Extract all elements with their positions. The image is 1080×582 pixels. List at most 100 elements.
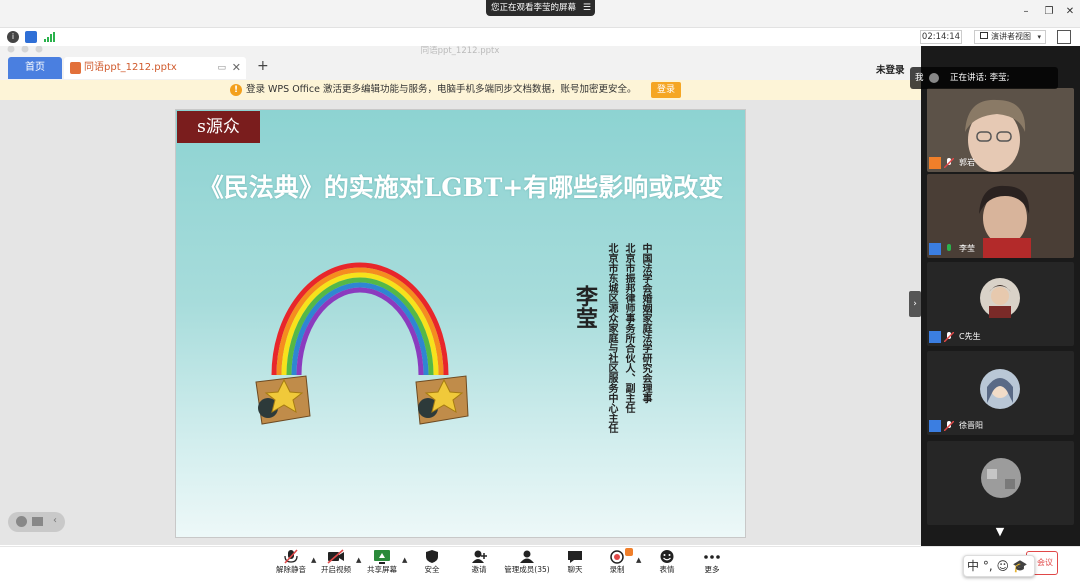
pot-left — [255, 375, 311, 425]
file-tab-label: 同语ppt_1212.pptx — [84, 62, 177, 73]
participant-name-tag: 李莹 — [929, 243, 975, 255]
mic-muted-icon — [282, 549, 300, 564]
view-mode-select[interactable]: 演讲者视图 ▾ — [974, 30, 1046, 44]
mic-active-icon — [944, 244, 954, 254]
participant-name: 郭岩 — [959, 158, 975, 167]
more-icon — [703, 549, 721, 564]
participant-avatar — [981, 458, 1021, 498]
participant-name-tag: C先生 — [929, 331, 981, 343]
share-banner-text: 您正在观看李莹的屏幕 — [491, 3, 577, 13]
record-button[interactable]: 录制 — [593, 549, 641, 581]
user-badge-icon — [929, 420, 941, 432]
share-screen-label: 共享屏幕 — [367, 565, 397, 574]
login-notice-text: 登录 WPS Office 激活更多编辑功能与服务，电脑手机多端同步文档数据，账… — [246, 84, 637, 95]
ime-toolbar[interactable]: 中 °, ☺ 🎓 — [963, 555, 1035, 577]
more-label: 更多 — [704, 565, 720, 574]
credential-line-1: 中国法学会婚姻家庭法学研究会理事 — [640, 243, 651, 403]
participant-tile[interactable] — [927, 441, 1074, 525]
banner-menu-icon[interactable]: ☰ — [583, 0, 591, 16]
security-button[interactable]: 安全 — [408, 549, 456, 581]
rainbow-illustration — [255, 262, 469, 425]
info-icon[interactable]: i — [7, 31, 19, 43]
host-badge-icon — [929, 157, 941, 169]
collapse-panel-button[interactable]: › — [909, 291, 921, 317]
participant-tile[interactable]: 郭岩 — [927, 88, 1074, 172]
more-button[interactable]: 更多 — [688, 549, 736, 581]
close-window-icon[interactable]: ✕ — [1064, 6, 1076, 18]
login-status[interactable]: 未登录 — [876, 62, 905, 76]
mic-muted-icon — [943, 331, 955, 343]
mic-muted-icon — [943, 157, 955, 169]
floating-controls[interactable]: ‹ — [8, 512, 65, 532]
security-shield-icon[interactable] — [25, 31, 37, 43]
share-options-caret[interactable]: ▲ — [402, 556, 407, 564]
invite-label: 邀请 — [471, 565, 487, 574]
invite-button[interactable]: 邀请 — [455, 549, 503, 581]
chevron-down-icon: ▾ — [1037, 33, 1041, 41]
share-screen-button[interactable]: 共享屏幕 — [358, 549, 406, 581]
view-mode-label: 演讲者视图 — [991, 32, 1031, 41]
unmute-label: 解除静音 — [276, 565, 306, 574]
tab-file[interactable]: 同语ppt_1212.pptx ▭ ✕ — [64, 57, 246, 79]
participant-tile[interactable]: 徐晋阳 — [927, 351, 1074, 435]
invite-icon — [470, 549, 488, 564]
chat-button[interactable]: 聊天 — [551, 549, 599, 581]
fullscreen-icon[interactable] — [1057, 30, 1071, 44]
record-options-caret[interactable]: ▲ — [636, 556, 641, 564]
manage-members-label: 管理成员(35) — [504, 565, 550, 574]
record-icon — [608, 549, 626, 564]
video-off-icon — [327, 549, 345, 564]
screen-share-banner[interactable]: 您正在观看李莹的屏幕 ☰ — [486, 0, 595, 16]
record-badge-icon — [625, 548, 633, 556]
security-label: 安全 — [424, 565, 440, 574]
tab-home[interactable]: 首页 — [8, 57, 62, 79]
slide-logo: ꜱ源众 — [177, 111, 260, 143]
user-badge-icon — [929, 243, 941, 255]
meeting-timer: 02:14:14 — [920, 30, 962, 44]
window-controls-dots — [6, 45, 48, 57]
network-signal-icon[interactable] — [43, 31, 55, 43]
new-tab-button[interactable]: + — [257, 58, 269, 74]
speaker-mini-icon — [929, 73, 939, 83]
slide-title: 《民法典》的实施对LGBT+有哪些影响或改变 — [198, 173, 724, 202]
shield-icon — [423, 549, 441, 564]
user-badge-icon — [929, 331, 941, 343]
chat-icon — [566, 549, 584, 564]
pot-right — [415, 375, 469, 425]
record-label: 录制 — [609, 565, 625, 574]
unmute-button[interactable]: 解除静音 — [267, 549, 315, 581]
emoji-label: 表情 — [659, 565, 675, 574]
participant-tile[interactable]: 李莹 — [927, 174, 1074, 258]
emoji-button[interactable]: 表情 — [643, 549, 691, 581]
participant-name-tag: 徐晋阳 — [929, 420, 983, 432]
view-mode-icon — [980, 32, 988, 39]
participant-name: 李莹 — [959, 244, 975, 253]
login-button[interactable]: 登录 — [651, 82, 681, 98]
chat-label: 聊天 — [567, 565, 583, 574]
members-icon — [518, 549, 536, 564]
manage-members-button[interactable]: 管理成员(35) — [499, 549, 555, 581]
participant-name: C先生 — [959, 332, 981, 341]
speaking-label: 我 — [915, 73, 924, 83]
restore-icon[interactable]: ❐ — [1043, 6, 1055, 18]
start-video-label: 开启视频 — [321, 565, 351, 574]
speaker-name: 李莹 — [572, 285, 598, 329]
camera-icon[interactable] — [16, 516, 27, 527]
credential-line-3: 北京市东城区源众家庭与社区服务中心主任 — [606, 243, 617, 433]
window-title: 同语ppt_1212.pptx — [420, 46, 500, 56]
monitor-icon[interactable]: ▭ — [217, 57, 226, 79]
speaking-indicator: 我 正在讲话: 李莹; — [910, 67, 1058, 89]
participant-name: 徐晋阳 — [959, 421, 983, 430]
participant-name-tag: 郭岩 — [929, 157, 975, 169]
warning-icon: ! — [230, 84, 242, 96]
screen-icon[interactable] — [32, 517, 43, 526]
start-video-button[interactable]: 开启视频 — [312, 549, 360, 581]
ppt-file-icon — [70, 62, 81, 74]
scroll-down-icon[interactable]: ▼ — [993, 526, 1007, 537]
participant-tile[interactable]: C先生 — [927, 262, 1074, 346]
close-tab-icon[interactable]: ✕ — [232, 57, 241, 79]
credential-line-2: 北京市振邦律师事务所合伙人、副主任 — [623, 243, 634, 413]
emoji-icon — [658, 549, 676, 564]
minimize-icon[interactable]: – — [1020, 6, 1032, 18]
chevron-left-icon[interactable]: ‹ — [53, 515, 57, 526]
